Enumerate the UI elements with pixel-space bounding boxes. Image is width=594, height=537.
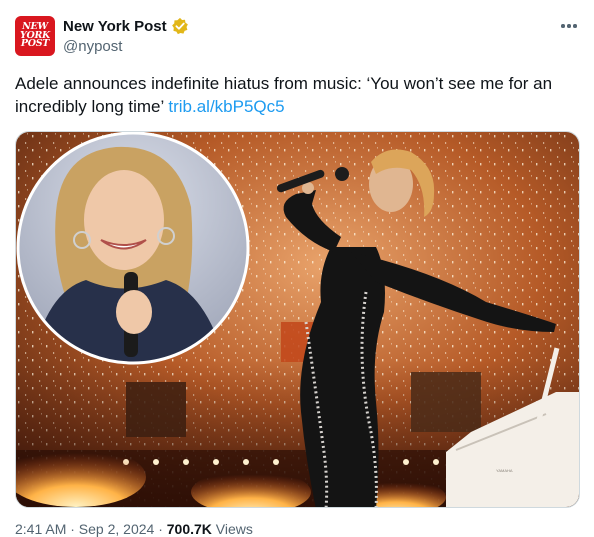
- views-label: Views: [211, 521, 253, 537]
- verified-badge-icon[interactable]: [171, 17, 189, 35]
- new-york-post-logo: NEW YORK POST: [19, 21, 50, 50]
- tweet-footer: 2:41 AM · Sep 2, 2024 · 700.7K Views: [15, 521, 253, 537]
- views-count: 700.7K: [166, 521, 212, 537]
- tweet-media[interactable]: YAMAHA: [15, 131, 580, 508]
- timestamp[interactable]: 2:41 AM · Sep 2, 2024 ·: [15, 521, 167, 537]
- display-name[interactable]: New York Post: [63, 18, 167, 35]
- tweet-link[interactable]: trib.al/kbP5Qc5: [168, 97, 284, 116]
- svg-text:YAMAHA: YAMAHA: [496, 468, 513, 473]
- avatar[interactable]: NEW YORK POST: [15, 16, 55, 56]
- author-name-row: New York Post: [63, 17, 189, 35]
- more-options-icon[interactable]: [558, 16, 580, 36]
- concert-photo: YAMAHA: [16, 132, 579, 507]
- tweet-text: Adele announces indefinite hiatus from m…: [15, 72, 581, 118]
- handle[interactable]: @nypost: [63, 38, 122, 55]
